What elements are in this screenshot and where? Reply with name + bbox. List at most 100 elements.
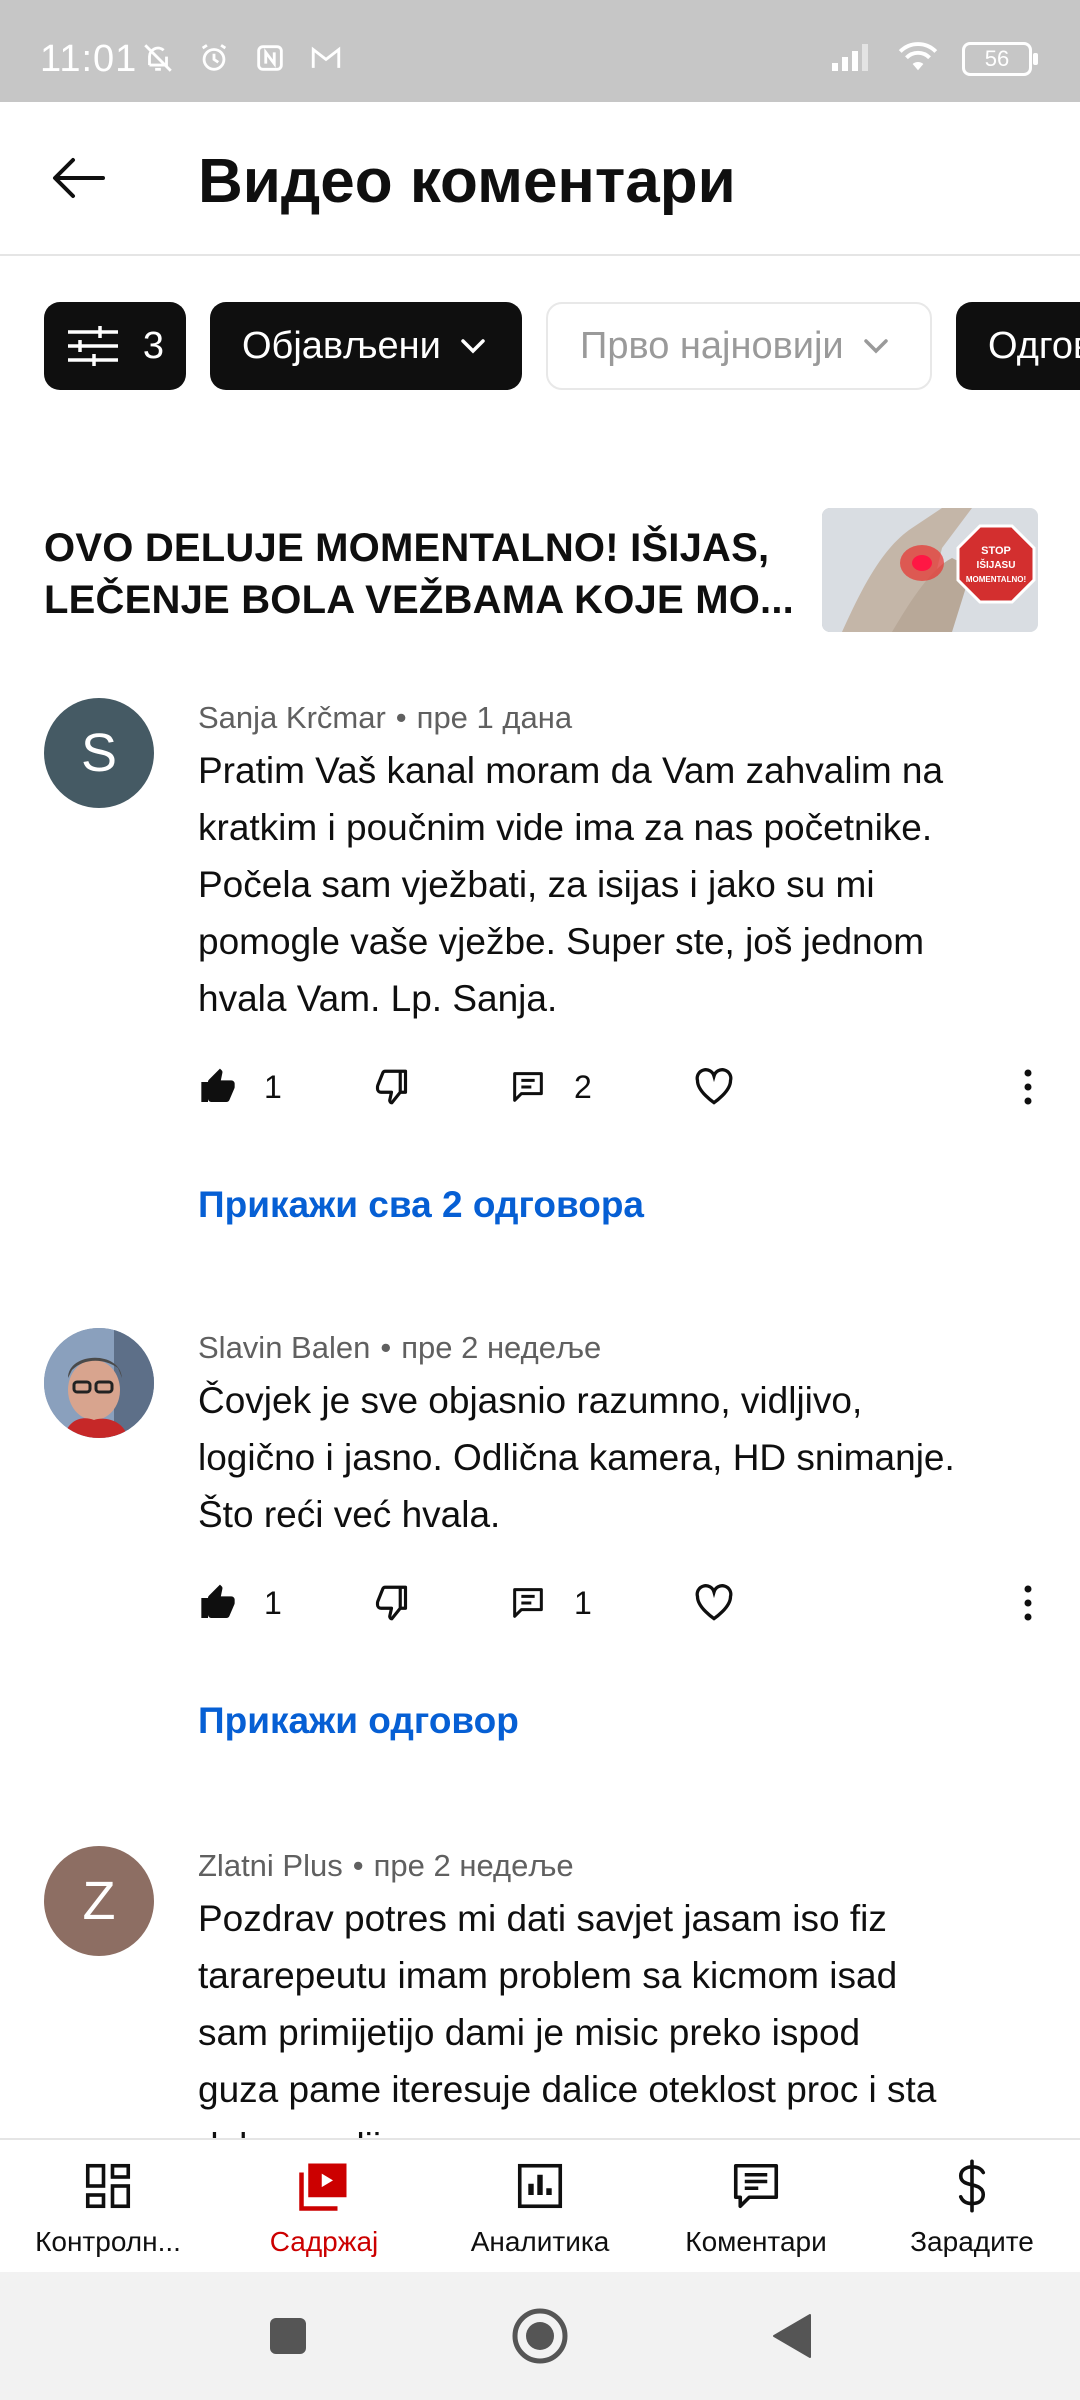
filter-button[interactable]: 3 <box>44 302 186 390</box>
comment-line: kratkim i poučnim vide ima za nas početn… <box>198 807 933 848</box>
like-count: 1 <box>264 1584 282 1621</box>
thumbnail-sign-text: IŠIJASU <box>977 558 1016 571</box>
comment-text: Pozdrav potres mi dati savjet jasam iso … <box>198 1890 1018 2138</box>
avatar[interactable]: S <box>44 698 154 808</box>
heart-button[interactable] <box>692 1057 736 1117</box>
reply-count: 2 <box>574 1068 592 1105</box>
earn-icon <box>952 2158 992 2214</box>
comment-line: pomogle vaše vježbe. Super ste, još jedn… <box>198 921 925 962</box>
published-label: Објављени <box>242 324 441 367</box>
thumbs-down-icon <box>375 1069 408 1105</box>
page-title: Видео коментари <box>198 147 736 216</box>
filter-chips: 3 Објављени Прво најновији Одгово <box>44 302 1080 390</box>
avatar[interactable] <box>44 1328 154 1438</box>
alarm-icon <box>196 40 232 76</box>
comment-meta: Slavin Balen • пре 2 недеље <box>198 1330 602 1365</box>
bottom-navigation: Контролн... Садржај Аналитика Коментари … <box>0 2138 1080 2274</box>
nav-content[interactable]: Садржај <box>216 2140 432 2274</box>
sliders-icon <box>68 326 118 366</box>
more-options-button[interactable] <box>1008 1057 1048 1117</box>
nav-label: Коментари <box>685 2226 827 2257</box>
comment-author[interactable]: Slavin Balen <box>198 1330 370 1365</box>
comment-line: Pozdrav potres mi dati savjet jasam iso … <box>198 1898 887 1939</box>
arrow-left-icon <box>53 158 105 198</box>
status-notification-icons <box>140 40 344 76</box>
reply-button[interactable]: 1 <box>508 1573 592 1633</box>
avatar-letter: Z <box>82 1871 116 1931</box>
recents-button[interactable] <box>258 2306 318 2366</box>
sort-label: Прво најновији <box>580 324 844 367</box>
content-icon <box>296 2158 352 2214</box>
comment-time: пре 1 дана <box>416 700 573 735</box>
comment-icon <box>513 1072 543 1102</box>
thumbnail-sign-text: MOMENTALNO! <box>966 575 1026 584</box>
more-options-button[interactable] <box>1008 1573 1048 1633</box>
comment-author[interactable]: Zlatni Plus <box>198 1848 343 1883</box>
filter-count: 3 <box>142 324 164 367</box>
like-button[interactable]: 1 <box>198 1573 282 1633</box>
avatar-letter: S <box>80 723 118 783</box>
video-title-line: OVO DELUJE MOMENTALNO! IŠIJAS, <box>44 526 770 570</box>
dislike-button[interactable] <box>374 1057 416 1117</box>
thumbs-down-icon <box>375 1585 408 1621</box>
comment-line: Čovjek je sve objasnio razumno, vidljivo… <box>198 1380 863 1421</box>
triangle-back-icon <box>773 2314 811 2358</box>
like-count: 1 <box>264 1068 282 1105</box>
status-time: 11:01 <box>40 38 138 80</box>
comment-line: sam primijetijo dami je misic preko ispo… <box>198 2012 861 2053</box>
nav-label: Садржај <box>269 2226 379 2257</box>
thumbs-up-icon <box>201 1584 235 1618</box>
dashboard-icon <box>81 2158 135 2214</box>
reply-count: 1 <box>574 1584 592 1621</box>
nav-comments[interactable]: Коментари <box>648 2140 864 2274</box>
comment-meta: Zlatni Plus • пре 2 недеље <box>198 1848 574 1883</box>
avatar[interactable]: Z <box>44 1846 154 1956</box>
app-bar: Видео коментари <box>0 102 1080 256</box>
dislike-button[interactable] <box>374 1573 416 1633</box>
back-system-button[interactable] <box>762 2306 822 2366</box>
battery-level: 56 <box>984 45 1010 71</box>
nav-analytics[interactable]: Аналитика <box>432 2140 648 2274</box>
status-bar: 11:01 56 <box>0 0 1080 102</box>
comment-line: hvala Vam. Lp. Sanja. <box>198 978 558 1019</box>
published-dropdown[interactable]: Објављени <box>210 302 522 390</box>
show-replies-link[interactable]: Прикажи сва 2 одговора <box>198 1184 644 1226</box>
more-vertical-icon <box>1024 1069 1032 1105</box>
comment-line: tararepeutu imam problem sa kicmom isad <box>198 1955 898 1996</box>
comment-line: Počela sam vježbati, za isijas i jako su… <box>198 864 875 905</box>
system-navigation-bar <box>0 2272 1080 2400</box>
nav-label: Контролн... <box>35 2226 181 2257</box>
comment-line: dabu uradijo <box>198 2118 1018 2138</box>
gmail-icon <box>308 40 344 76</box>
show-reply-link[interactable]: Прикажи одговор <box>198 1700 519 1742</box>
comment-text: Čovjek je sve objasnio razumno, vidljivo… <box>198 1372 1018 1543</box>
video-thumbnail[interactable]: STOP IŠIJASU MOMENTALNO! <box>822 508 1038 632</box>
comment-line: Što reći već hvala. <box>198 1494 501 1535</box>
avatar-photo <box>44 1328 154 1438</box>
sort-dropdown[interactable]: Прво најновији <box>546 302 932 390</box>
heart-button[interactable] <box>692 1573 736 1633</box>
comments-icon <box>729 2158 783 2214</box>
nav-dashboard[interactable]: Контролн... <box>0 2140 216 2274</box>
replies-filter-label: Одгово <box>988 324 1080 367</box>
nav-earn[interactable]: Зарадите <box>864 2140 1080 2274</box>
signal-icon <box>830 41 874 76</box>
like-button[interactable]: 1 <box>198 1057 282 1117</box>
reply-button[interactable]: 2 <box>508 1057 592 1117</box>
bell-off-icon <box>140 40 176 76</box>
comment-line: guza pame iteresuje dalice oteklost proc… <box>198 2069 937 2110</box>
home-button[interactable] <box>510 2306 570 2366</box>
wifi-icon <box>896 40 940 77</box>
comment-text: Pratim Vaš kanal moram da Vam zahvalim n… <box>198 742 1018 1027</box>
comment-item: Z Zlatni Plus • пре 2 недеље Pozdrav potre… <box>0 1838 1080 2138</box>
analytics-icon <box>513 2158 567 2214</box>
replies-filter-chip[interactable]: Одгово <box>956 302 1080 390</box>
heart-icon <box>695 1584 733 1621</box>
back-button[interactable] <box>44 148 114 208</box>
video-header[interactable]: OVO DELUJE MOMENTALNO! IŠIJAS, LEČENJE B… <box>44 508 1038 634</box>
thumbnail-sign-text: STOP <box>981 545 1011 557</box>
comment-author[interactable]: Sanja Krčmar <box>198 700 386 735</box>
comment-actions: 1 1 <box>198 1573 1048 1633</box>
comment-actions: 1 2 <box>198 1057 1048 1117</box>
nfc-icon <box>252 40 288 76</box>
